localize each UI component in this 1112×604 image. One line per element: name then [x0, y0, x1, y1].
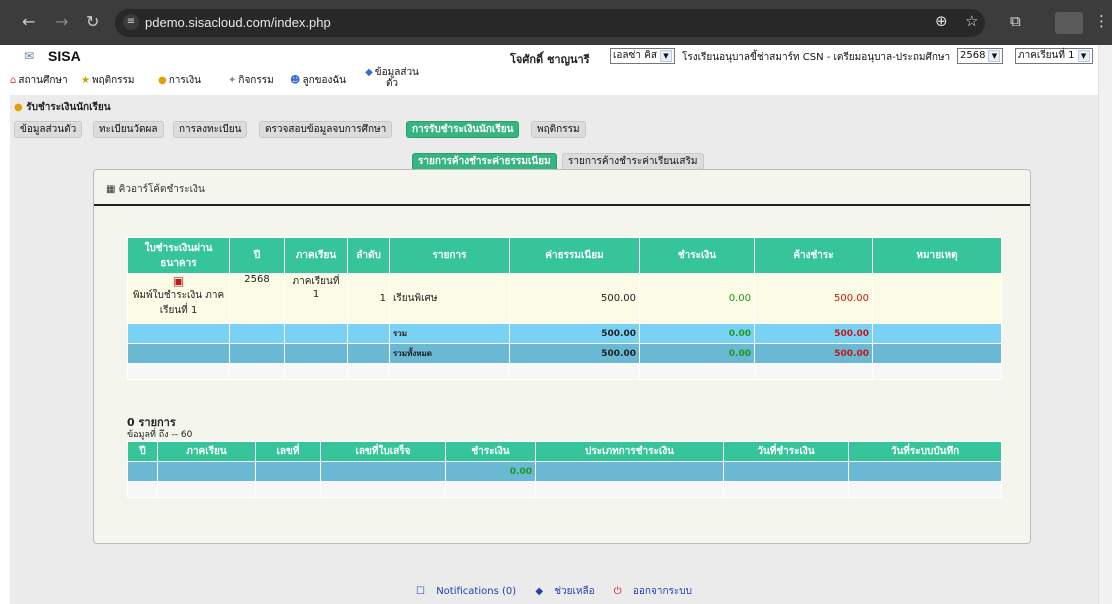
- address-bar[interactable]: ≡ pdemo.sisacloud.com/index.php: [115, 9, 985, 37]
- subtab-fee-outstanding[interactable]: รายการค้างชำระค่าธรรมเนียม: [412, 153, 557, 170]
- payments-table: ปี ภาคเรียน เลขที่ เลขที่ใบเสร็จ ชำระเงิ…: [127, 441, 1002, 498]
- bookmark-star-icon[interactable]: ☆: [965, 12, 978, 30]
- tab-assessment[interactable]: ทะเบียนวัดผล: [93, 121, 164, 138]
- menu-item-personal[interactable]: ◆ ข้อมูลส่วนตัว: [362, 67, 422, 89]
- bell-icon: ☐: [416, 586, 425, 597]
- logout-link[interactable]: ⏻ ออกจากระบบ: [610, 586, 696, 597]
- help-icon: ◆: [535, 586, 544, 597]
- forward-icon[interactable]: →: [55, 12, 68, 31]
- site-info-icon[interactable]: ≡: [123, 14, 139, 30]
- help-link[interactable]: ◆ ช่วยเหลือ: [531, 586, 598, 597]
- col-year: ปี: [229, 237, 285, 274]
- col-paid: ชำระเงิน: [639, 237, 755, 274]
- col-item: รายการ: [389, 237, 510, 274]
- breadcrumb: ● รับชำระเงินนักเรียน: [14, 102, 111, 113]
- zoom-icon[interactable]: ⊕: [935, 12, 948, 30]
- activity-icon: ✦: [228, 75, 237, 86]
- empty-row: [127, 363, 1002, 380]
- col-note: หมายเหตุ: [872, 237, 1002, 274]
- logo-icon: ✉: [24, 49, 35, 63]
- payment-range: ข้อมูลที่ ถึง -- 60: [127, 430, 193, 440]
- home-icon: ⌂: [10, 75, 17, 86]
- person-info-icon: ◆: [365, 67, 373, 78]
- payments-header-row: ปี ภาคเรียน เลขที่ เลขที่ใบเสร็จ ชำระเงิ…: [127, 441, 1002, 462]
- role-select[interactable]: เอลซ่า คิส ▼: [610, 48, 675, 64]
- total-row: รวม 500.00 0.00 500.00: [127, 323, 1002, 344]
- school-name: โรงเรียนอนุบาลขี้ช่าสมาร์ท CSN - เตรียมอ…: [682, 52, 951, 63]
- payment-panel: ▦ คิวอาร์โค้ดชำระเงิน ใบชำระเงินผ่านธนาค…: [93, 169, 1031, 544]
- browser-toolbar: ← → ↻ ≡ pdemo.sisacloud.com/index.php ⊕ …: [0, 0, 1112, 45]
- menu-item-behavior[interactable]: ★ พฤติกรรม: [81, 73, 135, 88]
- col-due: ค้างชำระ: [754, 237, 873, 274]
- coins-icon: ●: [14, 102, 23, 113]
- qr-icon: ▦: [106, 184, 116, 195]
- power-icon: ⏻: [613, 586, 622, 597]
- col-bank-slip: ใบชำระเงินผ่านธนาคาร: [127, 237, 230, 274]
- subtab-extra-outstanding[interactable]: รายการค้างชำระค่าเรียนเสริม: [562, 153, 704, 170]
- chevron-down-icon: ▼: [659, 50, 672, 62]
- tab-behavior[interactable]: พฤติกรรม: [531, 121, 586, 138]
- menu-item-children[interactable]: ☻ ลูกของฉัน: [290, 73, 346, 88]
- extensions-icon[interactable]: ⧉: [1010, 12, 1021, 30]
- empty-row: [127, 481, 1002, 498]
- table-row: ▣ พิมพ์ใบชำระเงิน ภาคเรียนที่ 1 2568 ภาค…: [127, 273, 1002, 324]
- panel-header: ▦ คิวอาร์โค้ดชำระเงิน: [94, 170, 1030, 206]
- term-select[interactable]: ภาคเรียนที่ 1 ▼: [1015, 48, 1093, 64]
- profile-avatar[interactable]: [1055, 12, 1083, 34]
- scrollbar[interactable]: [1098, 45, 1112, 604]
- col-term: ภาคเรียน: [284, 237, 348, 274]
- menu-item-activity[interactable]: ✦ กิจกรรม: [228, 73, 274, 88]
- tab-payment[interactable]: การรับชำระเงินนักเรียน: [406, 121, 520, 138]
- people-icon: ☻: [290, 75, 301, 86]
- panel-title: ▦ คิวอาร์โค้ดชำระเงิน: [106, 184, 205, 195]
- url-text: pdemo.sisacloud.com/index.php: [145, 15, 331, 30]
- coins-icon: ●: [158, 75, 167, 86]
- col-fee: ค่าธรรมเนียม: [509, 237, 640, 274]
- reload-icon[interactable]: ↻: [86, 12, 99, 31]
- print-slip-link[interactable]: ▣ พิมพ์ใบชำระเงิน ภาคเรียนที่ 1: [127, 273, 230, 324]
- grand-total-row: รวมทั้งหมด 500.00 0.00 500.00: [127, 343, 1002, 364]
- main-menu: ⌂ สถานศึกษา ★ พฤติกรรม ● การเงิน ✦ กิจกรรม ☻…: [10, 67, 1098, 95]
- fee-header-row: ใบชำระเงินผ่านธนาคาร ปี ภาคเรียน ลำดับ ร…: [127, 237, 1002, 274]
- footer: ☐ Notifications (0) ◆ ช่วยเหลือ ⏻ ออกจาก…: [10, 584, 1098, 598]
- menu-item-finance[interactable]: ● การเงิน: [158, 73, 201, 88]
- top-header: ✉ SISA โจศักดิ์ ชาญนารี เอลซ่า คิส ▼ โรงเ…: [10, 45, 1098, 68]
- notifications-link[interactable]: ☐ Notifications (0): [412, 586, 520, 597]
- chevron-down-icon: ▼: [1077, 50, 1090, 62]
- user-name: โจศักดิ์ ชาญนารี: [510, 53, 590, 66]
- payments-total-row: 0.00: [127, 461, 1002, 482]
- col-seq: ลำดับ: [347, 237, 390, 274]
- tab-graduation[interactable]: ตรวจสอบข้อมูลจบการศึกษา: [259, 121, 393, 138]
- menu-dots-icon[interactable]: ⋮: [1094, 12, 1109, 30]
- tab-registration[interactable]: การลงทะเบียน: [173, 121, 248, 138]
- pdf-icon: ▣: [172, 274, 185, 289]
- menu-item-school[interactable]: ⌂ สถานศึกษา: [10, 73, 68, 88]
- year-select[interactable]: 2568 ▼: [957, 48, 1004, 64]
- fee-table: ใบชำระเงินผ่านธนาคาร ปี ภาคเรียน ลำดับ ร…: [127, 237, 1002, 380]
- logo-text: SISA: [48, 48, 81, 64]
- back-icon[interactable]: ←: [22, 12, 35, 31]
- star-icon: ★: [81, 75, 90, 86]
- tab-personal[interactable]: ข้อมูลส่วนตัว: [14, 121, 83, 138]
- page: ✉ SISA โจศักดิ์ ชาญนารี เอลซ่า คิส ▼ โรงเ…: [10, 45, 1098, 604]
- chevron-down-icon: ▼: [988, 50, 1001, 62]
